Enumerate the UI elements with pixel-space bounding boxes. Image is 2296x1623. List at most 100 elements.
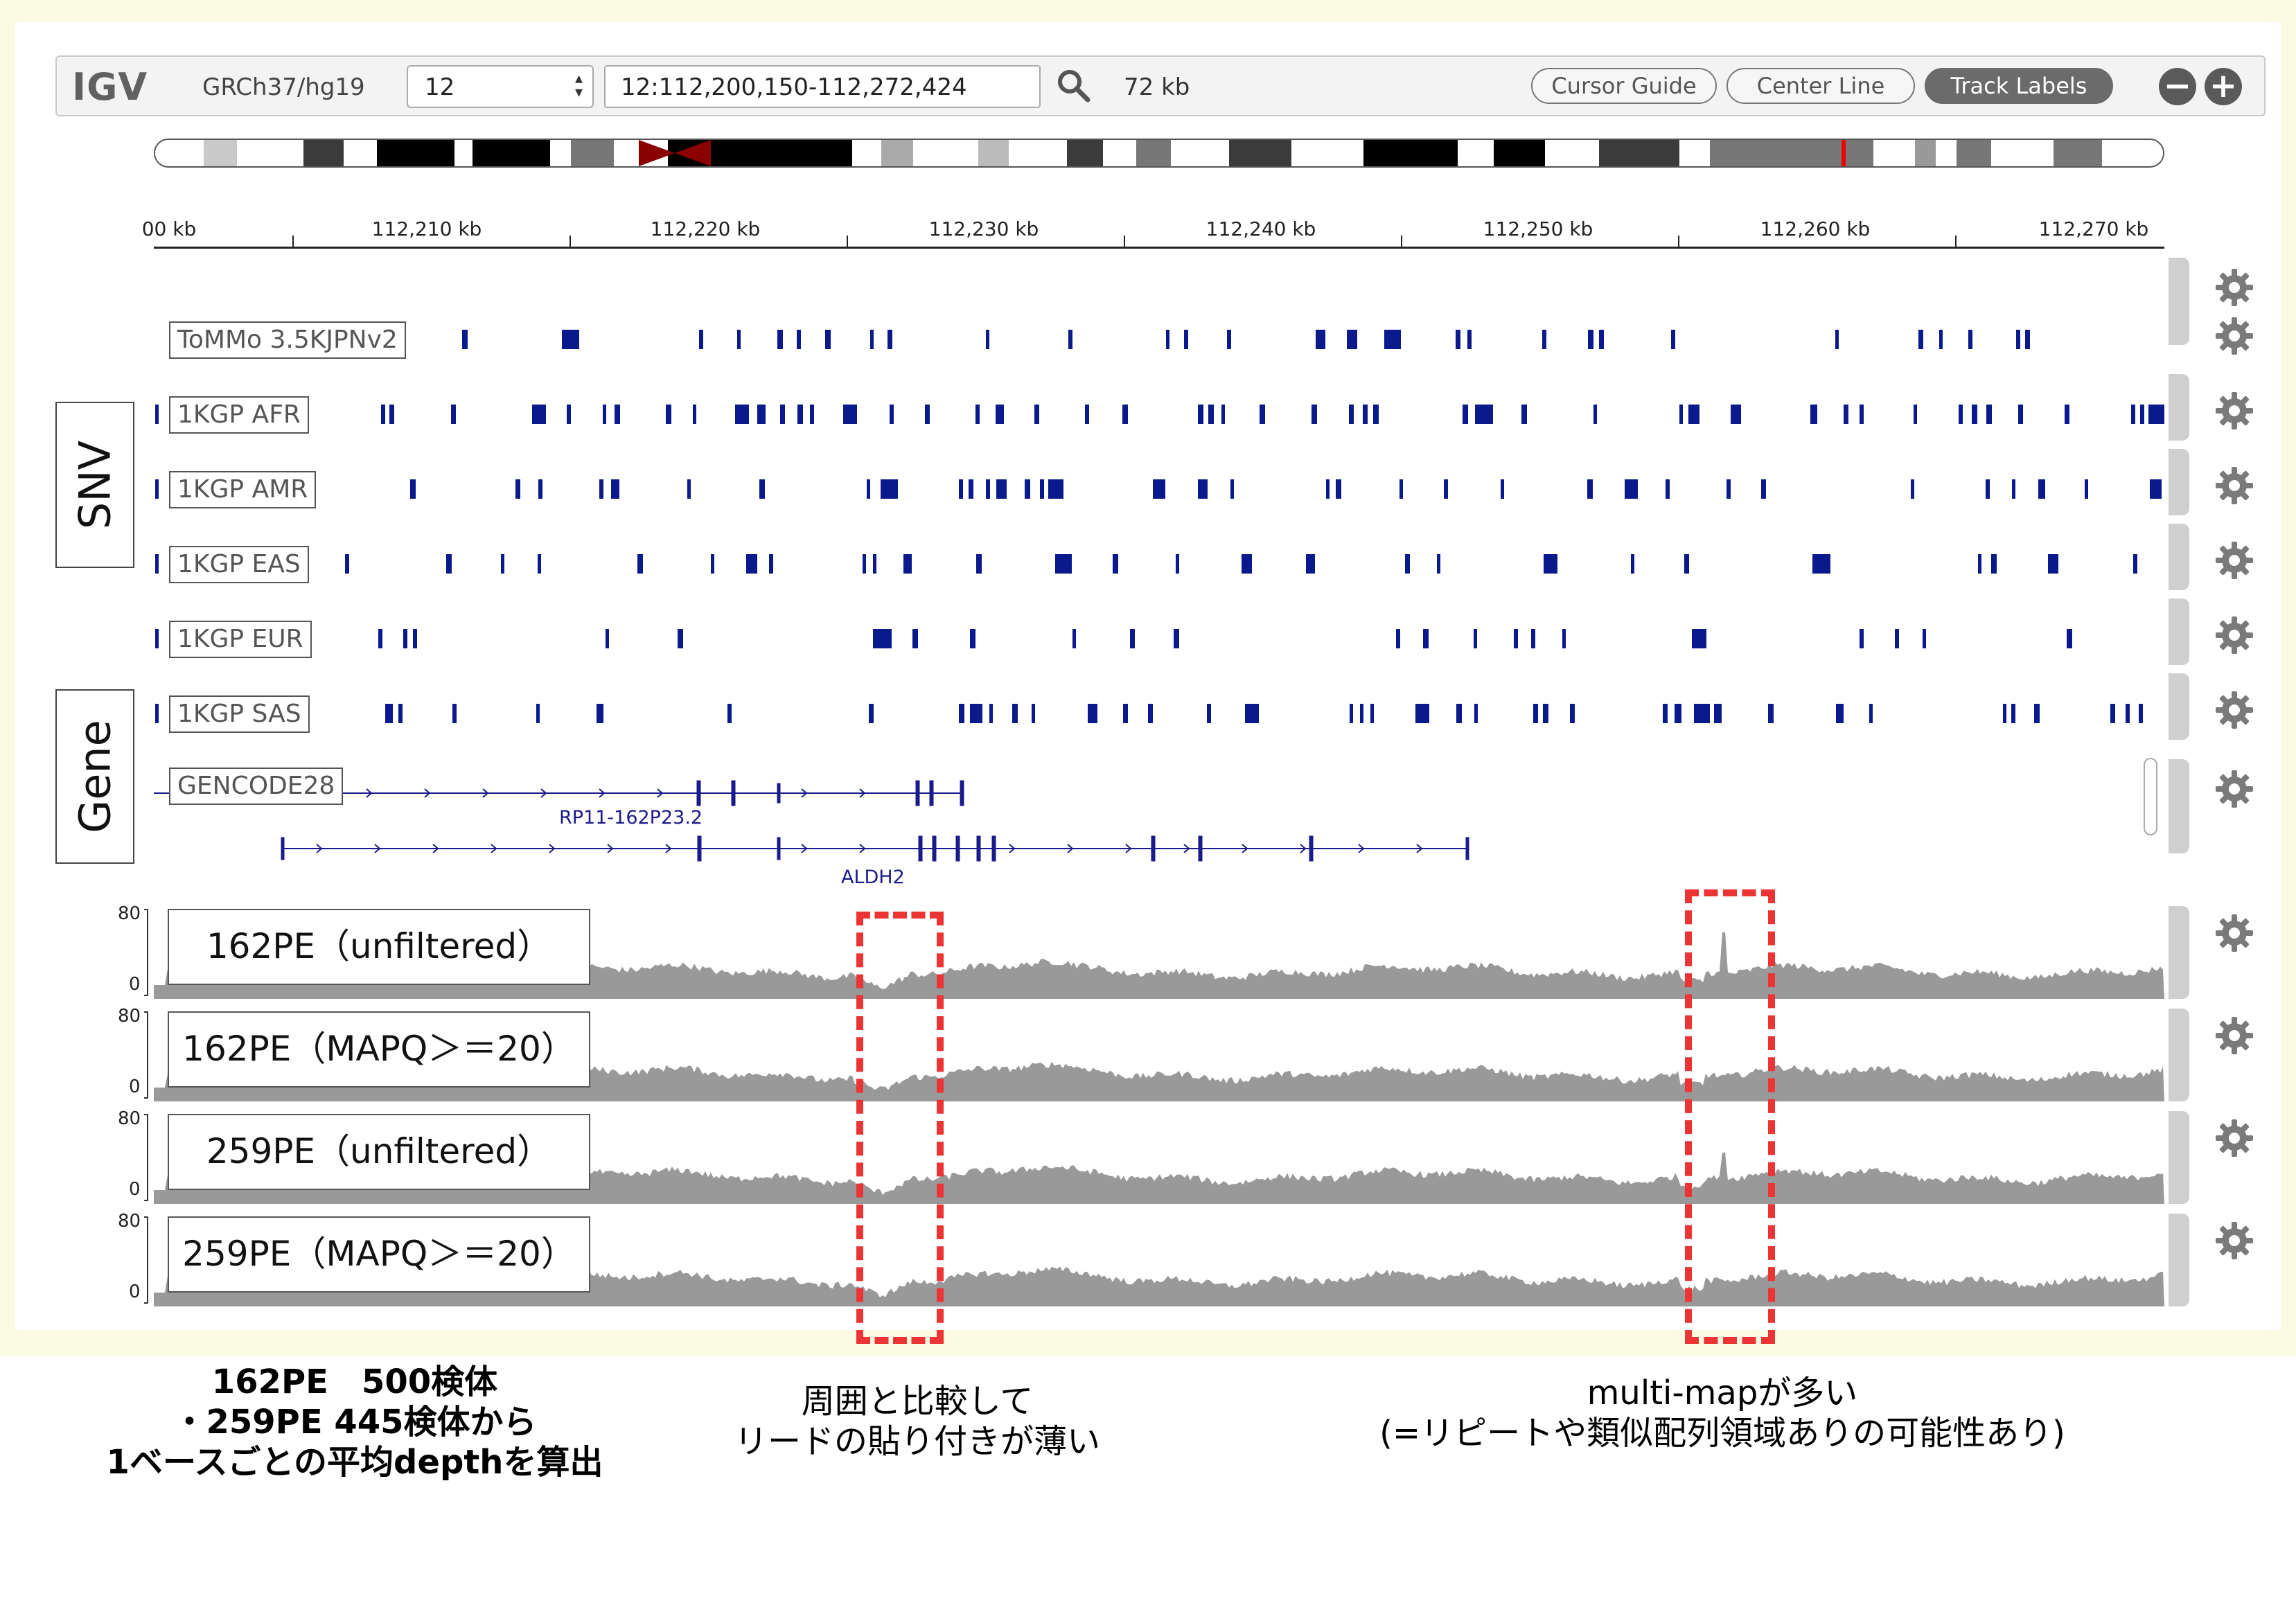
variant-mark [1631,554,1634,574]
variant-mark [1198,479,1208,499]
variant-mark [1570,704,1575,723]
variant-mark [986,330,989,349]
track-drag-handle[interactable] [2169,258,2189,299]
variant-mark [1437,554,1440,574]
track-drag-handle[interactable] [2169,524,2189,590]
variant-mark [1671,330,1675,349]
gear-icon[interactable] [2214,690,2254,730]
snv-track[interactable] [154,691,2164,733]
ideogram-band [1936,140,1957,166]
gear-icon[interactable] [2214,1016,2254,1056]
caption-middle: 周囲と比較して リードの貼り付きが薄い [734,1381,1100,1462]
variant-mark [678,629,683,648]
variant-mark [2148,405,2164,424]
snv-track[interactable] [154,617,2164,658]
track-drag-handle[interactable] [2169,1214,2189,1306]
variant-mark [1034,405,1039,424]
variant-mark [599,479,603,499]
variant-mark [1844,405,1848,424]
variant-mark [1918,330,1923,349]
snv-track[interactable] [154,392,2164,434]
track-drag-handle[interactable] [2169,1009,2189,1101]
variant-mark [711,554,714,574]
gear-icon[interactable] [2214,540,2254,580]
caption-middle-line1: 周囲と比較して [801,1382,1034,1421]
track-drag-handle[interactable] [2169,374,2189,441]
variant-mark [603,405,606,424]
variant-mark [1599,330,1604,349]
variant-mark [410,479,416,499]
variant-mark [1068,330,1072,349]
ruler-tick-label: 112,260 kb [1760,218,1871,240]
variant-mark [1986,405,1992,424]
cursor-guide-button[interactable]: Cursor Guide [1531,68,1717,104]
gene-group-text: Gene [69,720,121,833]
coverage-axis [144,1216,148,1304]
ideogram-band [1009,140,1067,166]
variant-mark [989,704,993,723]
variant-mark [1174,629,1179,648]
variant-mark [1166,330,1169,349]
variant-mark [515,479,520,499]
gear-icon[interactable] [2214,615,2254,655]
center-line-button[interactable]: Center Line [1727,68,1915,104]
coverage-axis-max: 80 [118,1108,141,1129]
track-labels-button[interactable]: Track Labels [1925,68,2113,104]
variant-mark [381,405,385,424]
variant-mark [1588,330,1593,349]
variant-mark [2038,479,2045,499]
gear-icon[interactable] [2214,769,2254,809]
gear-icon[interactable] [2214,391,2254,431]
variant-mark [155,554,159,574]
track-drag-handle[interactable] [2169,673,2189,740]
caption-left-line1: 162PE 500検体 [211,1363,498,1401]
snv-track[interactable] [154,317,2164,359]
snv-track-label: ToMMo 3.5KJPNv2 [169,321,406,359]
gene-track[interactable]: RP11-162P23.2 ALDH2 [154,759,2164,897]
locus-input[interactable]: 12:112,200,150-112,272,424 [604,65,1041,108]
variant-mark [2003,704,2006,723]
track-drag-handle[interactable] [2169,759,2189,853]
chromosome-select[interactable]: 12 ▴ ▾ [407,65,594,108]
variant-mark [1184,330,1188,349]
track-drag-handle[interactable] [2169,906,2189,999]
track-drag-handle[interactable] [2169,449,2189,515]
track-drag-handle[interactable] [2169,1111,2189,1204]
coordinate-ruler: 00 kb 112,210 kb 112,220 kb 112,230 kb 112,2… [142,208,2164,249]
variant-mark [1684,554,1689,574]
ruler-tick-label: 112,240 kb [1206,218,1316,240]
gear-icon[interactable] [2214,913,2254,953]
snv-track[interactable] [154,542,2164,583]
igv-logo: IGV [72,65,148,109]
track-drag-handle[interactable] [2169,598,2189,665]
variant-mark [777,330,783,349]
ideogram-band [1785,140,1873,166]
gene-name-rp11: RP11-162P23.2 [559,807,703,828]
variant-mark [1731,405,1741,424]
gear-icon[interactable] [2214,267,2254,308]
variant-mark [1123,704,1128,723]
ideogram-band [204,140,237,166]
ideogram-band [1915,140,1936,166]
genome-label[interactable]: GRCh37/hg19 [202,73,365,101]
gear-icon[interactable] [2214,1221,2254,1261]
variant-mark [1055,554,1072,574]
variant-mark [1336,479,1341,499]
chromosome-ideogram[interactable] [154,139,2164,168]
gear-icon[interactable] [2214,1118,2254,1158]
variant-mark [615,405,620,424]
variant-mark [699,330,703,349]
zoom-out-button[interactable]: − [2159,68,2196,105]
gear-icon[interactable] [2214,465,2254,506]
zoom-in-button[interactable]: + [2205,68,2242,105]
variant-mark [737,330,741,349]
snv-track[interactable] [154,467,2164,508]
gear-icon[interactable] [2214,316,2254,356]
ruler-tick-label: 112,270 kb [2038,218,2149,240]
variant-mark [996,405,1004,424]
search-icon[interactable] [1054,66,1093,105]
variant-mark [810,405,814,424]
track-scrollbar[interactable] [2144,758,2157,835]
variant-mark [873,554,876,574]
select-arrows-icon: ▴ ▾ [574,70,583,101]
